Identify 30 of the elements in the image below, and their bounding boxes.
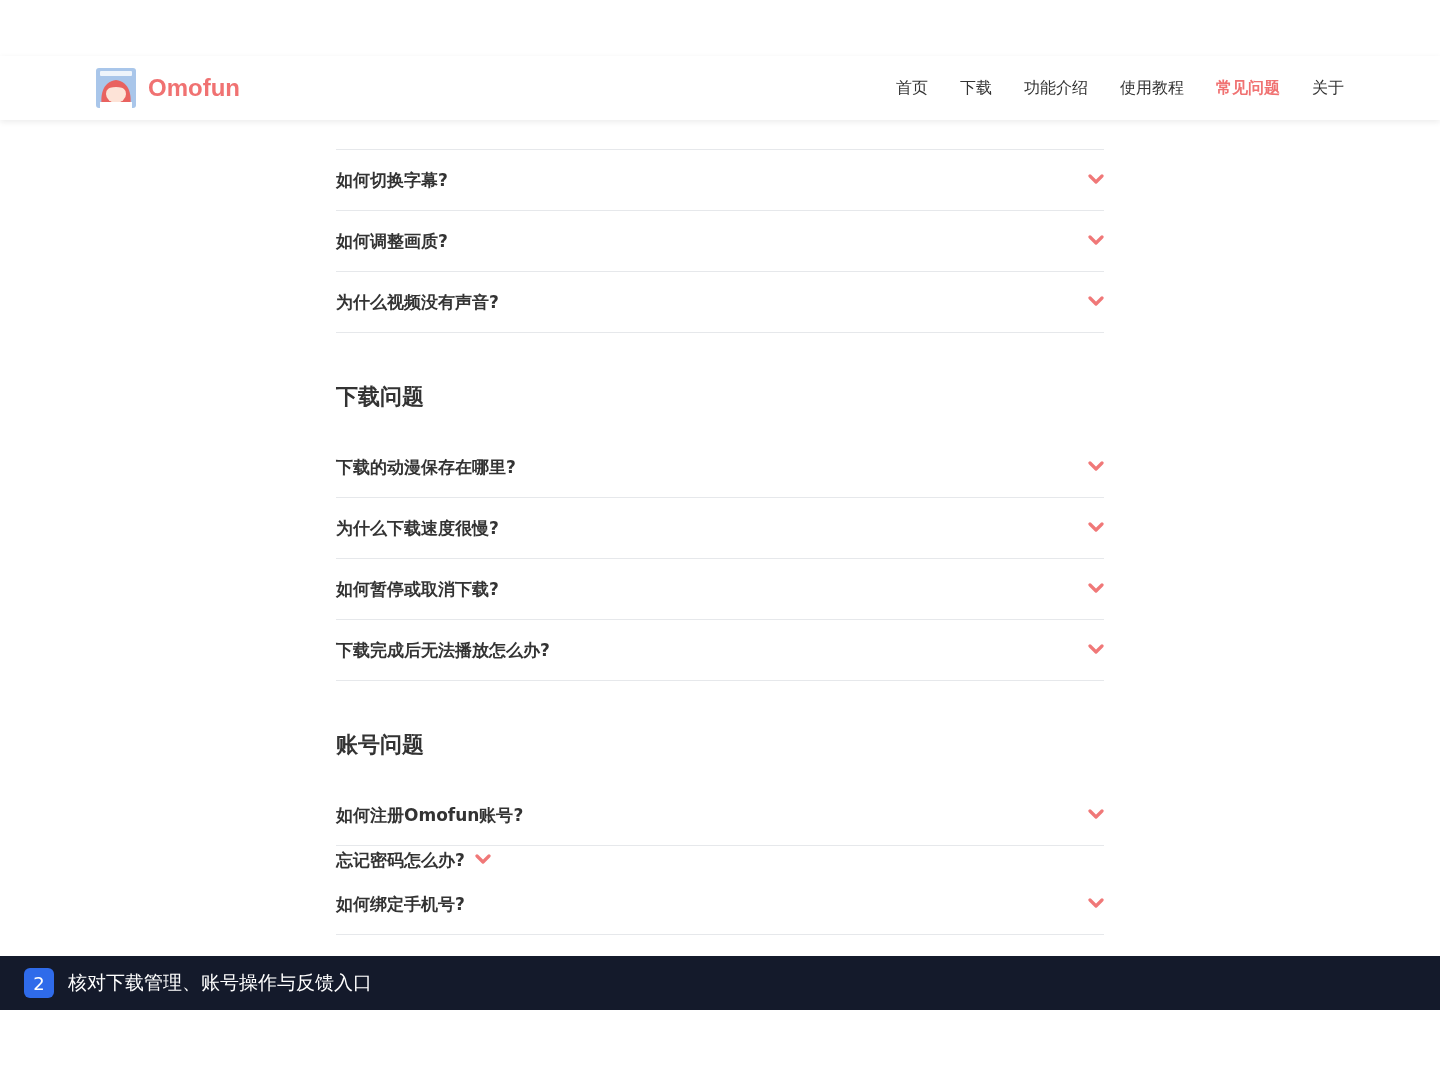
faq-item[interactable]: 为什么视频没有声音? [336,272,1104,333]
chevron-down-icon [1088,644,1104,656]
chevron-down-icon [1088,235,1104,247]
nav-link[interactable]: 首页 [896,77,928,99]
chevron-down-icon [1088,809,1104,821]
caption-text: 核对下载管理、账号操作与反馈入口 [68,970,372,995]
chevron-down-icon [474,854,491,866]
chevron-down-icon [1088,296,1104,308]
step-badge: 2 [24,968,54,998]
section-title: 账号问题 [336,731,425,759]
chevron-down-icon [1088,174,1104,186]
chevron-down-icon [1088,461,1104,473]
faq-item[interactable]: 为什么下载速度很慢? [336,498,1104,559]
faq-item[interactable]: 如何切换字幕? [336,149,1104,211]
faq-item[interactable]: 忘记密码怎么办? [336,846,1104,874]
nav-link[interactable]: 功能介绍 [1024,77,1088,99]
logo-icon [96,68,136,108]
faq-item[interactable]: 下载完成后无法播放怎么办? [336,620,1104,681]
faq-item[interactable]: 如何注册Omofun账号? [336,785,1104,846]
faq-item[interactable]: 如何暂停或取消下载? [336,559,1104,620]
nav-link[interactable]: 使用教程 [1120,77,1184,99]
faq-item[interactable]: 如何绑定手机号? [336,874,1104,935]
nav-link[interactable]: 关于 [1312,77,1344,99]
chevron-down-icon [1088,583,1104,595]
chevron-down-icon [1088,898,1104,910]
nav-link[interactable]: 下载 [960,77,992,99]
faq-item[interactable]: 如何调整画质? [336,211,1104,272]
faq-item[interactable]: 下载的动漫保存在哪里? [336,437,1104,498]
section-title: 下载问题 [336,383,425,411]
chevron-down-icon [1088,522,1104,534]
